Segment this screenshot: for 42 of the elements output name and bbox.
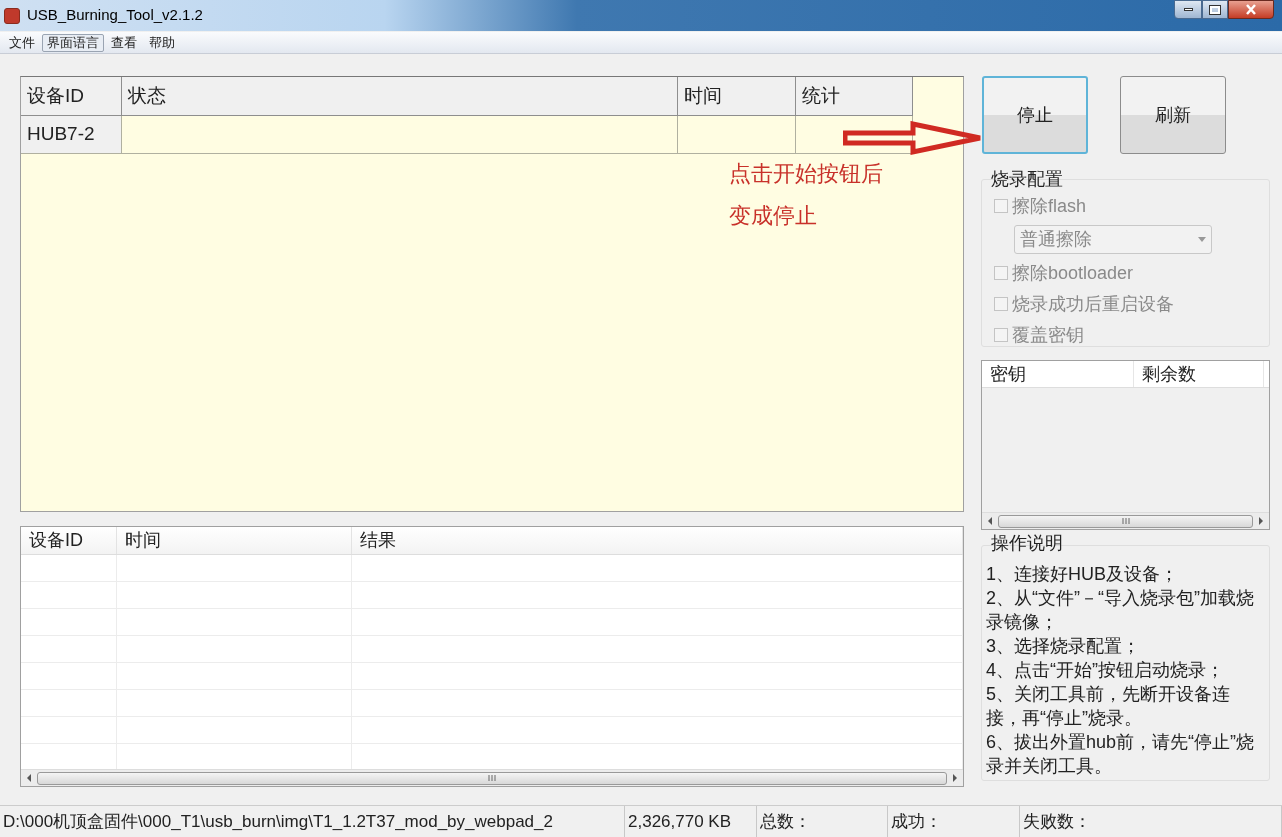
checkbox-label: 擦除bootloader: [1012, 261, 1134, 285]
status-text: 成功：: [888, 806, 1020, 837]
action-button[interactable]: 刷新: [1120, 76, 1226, 154]
status-text: 失败数：: [1020, 806, 1282, 837]
column-header: 时间: [678, 77, 796, 116]
status-text: D:\000机顶盒固件\000_T1\usb_burn\img\T1_1.2T37_mod_by_webpad_2: [0, 806, 625, 837]
close-icon: [1245, 4, 1257, 15]
column-header: 时间: [117, 527, 352, 554]
menu-item[interactable]: 文件: [4, 33, 40, 52]
instructions-text: 1、连接好HUB及设备； 2、从“文件”－“导入烧录包”加载烧录镜像； 3、选择烧录配置； 4、点击“开始”按钮启动烧录； 5、关闭工具前，先断开设备连接，再“停止”烧录。 6、拔出外置hub前，请先“停止”烧录并关闭工具。: [986, 563, 1256, 778]
close-button[interactable]: [1228, 0, 1274, 19]
column-header: 统计: [796, 77, 913, 116]
checkbox-label: 覆盖密钥: [1012, 323, 1084, 347]
annotation-text: 变成停止: [729, 202, 818, 230]
caret-icon: [1198, 237, 1206, 242]
maximize-button[interactable]: [1202, 0, 1228, 19]
group-title: 操作说明: [990, 533, 1064, 553]
status-text: 总数：: [757, 806, 888, 837]
checkbox-label: 烧录成功后重启设备: [1012, 292, 1174, 316]
action-button[interactable]: 停止: [982, 76, 1088, 154]
table-cell: HUB7-2: [21, 116, 122, 154]
window-title: USB_Burning_Tool_v2.1.2: [27, 5, 203, 26]
horizontal-scrollbar[interactable]: [982, 512, 1269, 529]
annotation-text: 点击开始按钮后: [729, 160, 883, 188]
column-header: 设备ID: [21, 527, 117, 554]
column-header: 设备ID: [21, 77, 122, 116]
dropdown-value: 普通擦除: [1020, 228, 1092, 251]
app-icon: [4, 7, 20, 24]
column-header: 结果: [352, 527, 963, 554]
menu-item[interactable]: 界面语言: [42, 33, 104, 52]
column-header: 密钥: [982, 361, 1134, 387]
column-header: 状态: [122, 77, 678, 116]
menu-item[interactable]: 查看: [106, 33, 142, 52]
grip-icon: [487, 775, 497, 781]
group-title: 烧录配置: [990, 169, 1064, 189]
minimize-button[interactable]: [1174, 0, 1202, 19]
menu-item[interactable]: 帮助: [144, 33, 180, 52]
checkbox-label: 擦除flash: [1012, 194, 1087, 218]
column-header: 剩余数: [1134, 361, 1264, 387]
horizontal-scrollbar[interactable]: [21, 769, 963, 786]
status-text: 2,326,770 KB: [625, 806, 757, 837]
grip-icon: [1120, 518, 1131, 524]
